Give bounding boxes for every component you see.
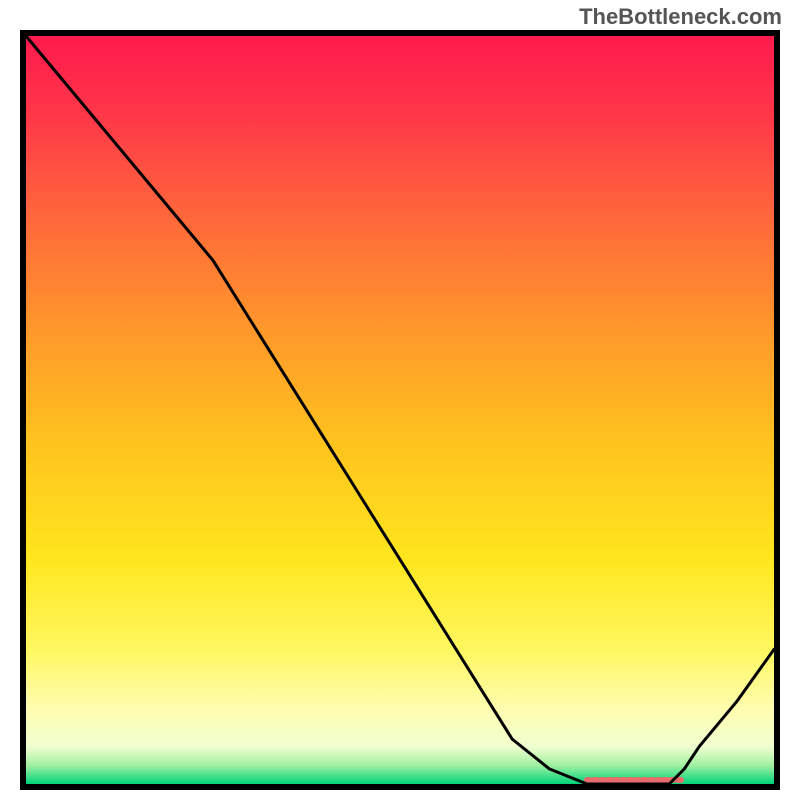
chart-container: TheBottleneck.com: [0, 0, 800, 800]
watermark-text: TheBottleneck.com: [579, 4, 782, 30]
gradient-background: [26, 36, 774, 784]
plot-area: [20, 30, 780, 790]
chart-svg: [20, 30, 780, 790]
